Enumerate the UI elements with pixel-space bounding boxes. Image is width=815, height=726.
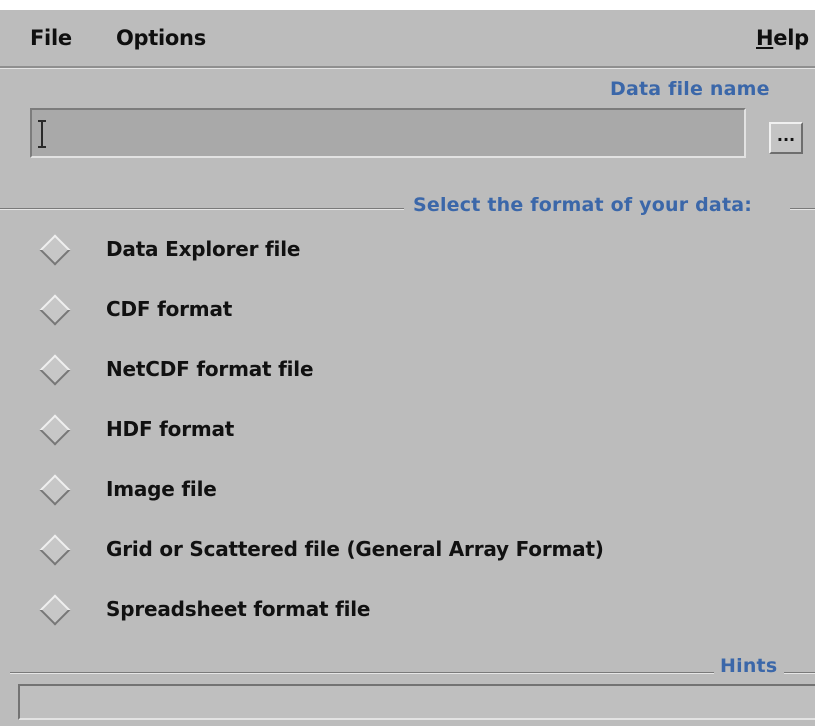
radio-diamond-icon[interactable] [39, 234, 71, 266]
radio-diamond-icon[interactable] [39, 474, 71, 506]
radio-diamond-icon[interactable] [39, 534, 71, 566]
radio-option-label: Image file [106, 477, 217, 501]
format-frame-divider-right [790, 208, 815, 210]
radio-option-image[interactable]: Image file [34, 461, 774, 511]
radio-option-label: CDF format [106, 297, 233, 321]
menu-file[interactable]: File [30, 26, 72, 50]
format-frame-divider-left [0, 208, 404, 210]
radio-diamond-icon[interactable] [39, 354, 71, 386]
hints-label: Hints [720, 655, 778, 677]
radio-diamond-icon[interactable] [39, 294, 71, 326]
menu-help[interactable]: Help [756, 26, 809, 50]
data-prompter-window: File Options Help Data file name ... Sel… [0, 0, 815, 726]
radio-option-spreadsheet[interactable]: Spreadsheet format file [34, 581, 774, 631]
hints-frame-divider-left [10, 672, 714, 674]
radio-option-general-array[interactable]: Grid or Scattered file (General Array Fo… [34, 521, 774, 571]
radio-option-label: HDF format [106, 417, 235, 441]
data-file-name-label: Data file name [610, 78, 770, 100]
browse-file-button[interactable]: ... [769, 122, 803, 154]
hints-text-area [18, 684, 815, 720]
radio-diamond-icon[interactable] [39, 594, 71, 626]
radio-option-label: Data Explorer file [106, 237, 301, 261]
radio-option-hdf[interactable]: HDF format [34, 401, 774, 451]
window-top-edge [0, 0, 815, 10]
radio-option-label: Spreadsheet format file [106, 597, 371, 621]
text-cursor-icon [38, 120, 46, 148]
radio-option-label: NetCDF format file [106, 357, 314, 381]
radio-option-netcdf[interactable]: NetCDF format file [34, 341, 774, 391]
menubar: File Options Help [0, 10, 815, 68]
data-file-name-input[interactable] [30, 108, 746, 158]
format-section-label: Select the format of your data: [413, 194, 753, 216]
menu-options[interactable]: Options [116, 26, 206, 50]
radio-option-cdf[interactable]: CDF format [34, 281, 774, 331]
radio-diamond-icon[interactable] [39, 414, 71, 446]
radio-option-data-explorer[interactable]: Data Explorer file [34, 221, 774, 271]
radio-option-label: Grid or Scattered file (General Array Fo… [106, 537, 604, 561]
hints-frame-divider-right [784, 672, 815, 674]
